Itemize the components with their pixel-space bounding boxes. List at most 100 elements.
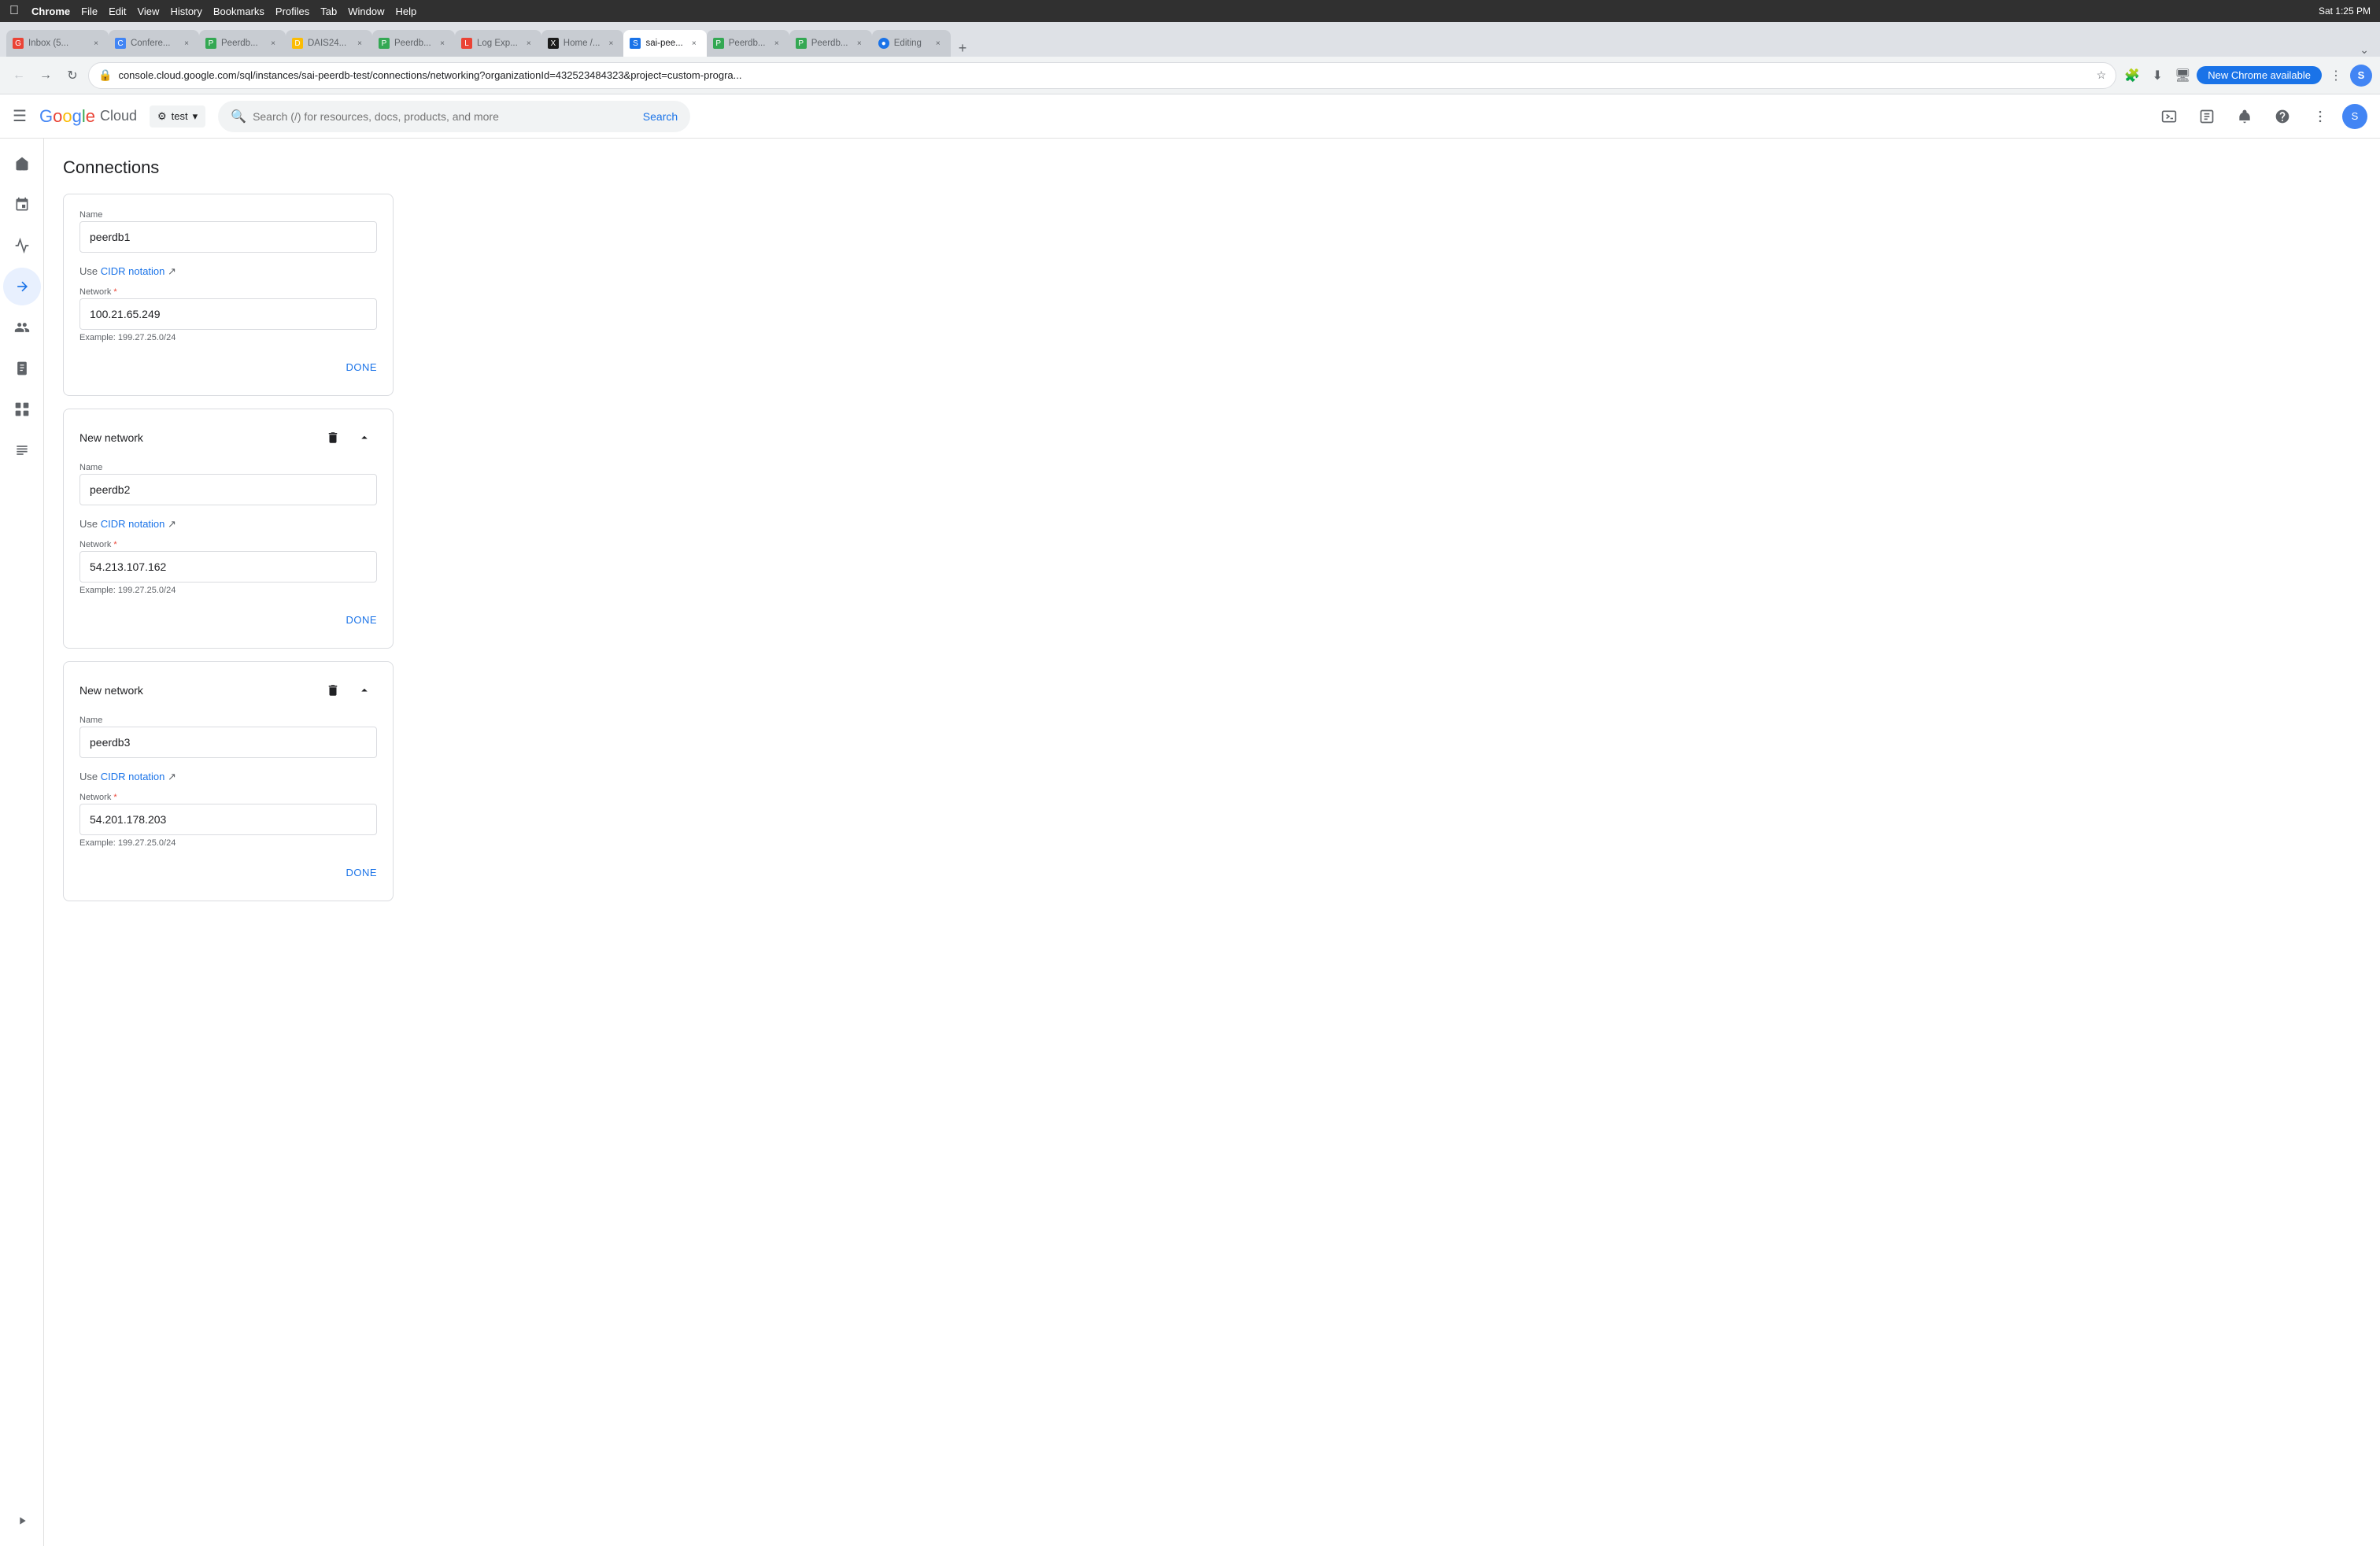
hamburger-menu-icon[interactable]: ☰ [13,106,27,126]
extension-button[interactable]: 🧩 [2121,65,2143,87]
menu-items: Chrome File Edit View History Bookmarks … [31,6,416,17]
apple-menu[interactable]:  [9,4,19,18]
tab-conference[interactable]: C Confere... × [109,30,199,57]
network-input-3[interactable] [79,804,377,835]
gcp-logo[interactable]: Google Cloud [39,106,137,127]
name-input-2[interactable] [79,474,377,505]
tab-overflow-button[interactable]: ⌄ [2355,43,2374,57]
tab-gmail[interactable]: G Inbox (5... × [6,30,109,57]
name-input-1[interactable] [79,221,377,253]
user-avatar[interactable]: S [2342,104,2367,129]
project-selector[interactable]: ⚙ test ▾ [150,105,205,128]
tab-conference-close[interactable]: × [180,37,193,50]
back-button[interactable]: ← [8,65,30,87]
sidebar-item-backups[interactable]: Backups [3,350,41,387]
tab-dais[interactable]: D DAIS24... × [286,30,372,57]
tab-dais-close[interactable]: × [353,37,366,50]
tab-peerdb9-favicon: P [713,38,724,49]
tab-gmail-favicon: G [13,38,24,49]
collapse-button-3[interactable] [352,678,377,703]
sidebar-item-logs[interactable]: Logs [3,431,41,469]
sidebar-item-expand[interactable] [3,1502,41,1540]
tab-peerdb9-close[interactable]: × [771,37,783,50]
reload-button[interactable]: ↻ [61,65,83,87]
tab-logexp[interactable]: L Log Exp... × [455,30,541,57]
app-menu-bookmarks[interactable]: Bookmarks [213,6,264,17]
cloud-shell-icon[interactable] [2153,101,2185,132]
new-chrome-badge[interactable]: New Chrome available [2197,66,2322,84]
app-menu-view[interactable]: View [137,6,159,17]
tab-gmail-close[interactable]: × [90,37,102,50]
cloud-editor-icon[interactable] [2191,101,2223,132]
bookmark-star-icon[interactable]: ☆ [2097,68,2107,82]
delete-button-3[interactable] [320,678,346,703]
sidebar-item-pinned[interactable]: Pinned [3,186,41,224]
tab-peerdb10[interactable]: P Peerdb... × [789,30,872,57]
name-input-3[interactable] [79,727,377,758]
tab-peerdb9[interactable]: P Peerdb... × [707,30,789,57]
more-options-icon[interactable] [2304,101,2336,132]
network-group-1: Network * Example: 199.27.25.0/24 [79,287,377,342]
card-title-3: New network [79,684,143,697]
tab-peerdb5[interactable]: P Peerdb... × [372,30,455,57]
app-menu-window[interactable]: Window [348,6,384,17]
tab-logexp-close[interactable]: × [523,37,535,50]
search-button-label[interactable]: Search [643,110,678,123]
sidebar-item-replicas[interactable]: Replicas [3,390,41,428]
cidr-anchor-1[interactable]: CIDR notation [101,265,165,277]
app-menu-edit[interactable]: Edit [109,6,126,17]
card-actions-2 [320,425,377,450]
tab-editing[interactable]: ● Editing × [872,30,951,57]
done-button-1[interactable]: DONE [79,355,377,379]
done-button-3[interactable]: DONE [79,860,377,885]
screen-cast-button[interactable]: 🖥 [2171,65,2193,87]
download-button[interactable]: ⬇ [2146,65,2168,87]
tab-saipeer[interactable]: S sai-pee... × [623,30,706,57]
search-icon: 🔍 [231,109,246,124]
delete-button-2[interactable] [320,425,346,450]
new-tab-button[interactable]: + [954,40,972,57]
cidr-anchor-2[interactable]: CIDR notation [101,518,165,530]
cidr-link-1: Use CIDR notation ↗ [79,265,377,278]
done-button-2[interactable]: DONE [79,608,377,632]
tab-home[interactable]: X Home /... × [541,30,624,57]
search-input[interactable] [253,110,637,123]
tab-saipeer-favicon: S [630,38,641,49]
network-label-1: Network * [79,287,377,297]
sidebar-item-home[interactable]: Home [3,145,41,183]
app-menu-profiles[interactable]: Profiles [275,6,309,17]
profile-avatar[interactable]: S [2350,65,2372,87]
sidebar-item-activity[interactable]: Activity [3,227,41,264]
tab-saipeer-close[interactable]: × [688,37,700,50]
app-menu-chrome[interactable]: Chrome [31,6,70,17]
app-menu-tab[interactable]: Tab [320,6,337,17]
forward-button[interactable]: → [35,65,57,87]
network-input-2[interactable] [79,551,377,583]
sidebar: Home Pinned Activity Database Migration … [0,139,44,1546]
tab-peerdb5-title: Peerdb... [394,39,431,48]
tab-home-close[interactable]: × [604,37,617,50]
network-group-2: Network * Example: 199.27.25.0/24 [79,540,377,595]
app-menu-help[interactable]: Help [396,6,417,17]
address-bar[interactable]: 🔒 console.cloud.google.com/sql/instances… [88,62,2116,89]
app-menu-history[interactable]: History [170,6,201,17]
tab-peerdb3[interactable]: P Peerdb... × [199,30,286,57]
name-label-1: Name [79,210,377,220]
cidr-anchor-3[interactable]: CIDR notation [101,771,165,782]
chrome-menu-button[interactable]: ⋮ [2325,65,2347,87]
search-bar[interactable]: 🔍 Search [218,101,690,132]
app-menu-file[interactable]: File [81,6,98,17]
tab-peerdb3-close[interactable]: × [267,37,279,50]
network-card-2: New network Name [63,409,394,649]
project-icon: ⚙ [157,110,167,123]
notifications-icon[interactable] [2229,101,2260,132]
collapse-button-2[interactable] [352,425,377,450]
sidebar-item-migration[interactable]: Database Migration [3,268,41,305]
help-icon[interactable] [2267,101,2298,132]
sidebar-item-users[interactable]: Users [3,309,41,346]
tab-peerdb5-close[interactable]: × [436,37,449,50]
tab-editing-close[interactable]: × [932,37,944,50]
tab-peerdb10-close[interactable]: × [853,37,866,50]
card-title-2: New network [79,431,143,444]
network-input-1[interactable] [79,298,377,330]
